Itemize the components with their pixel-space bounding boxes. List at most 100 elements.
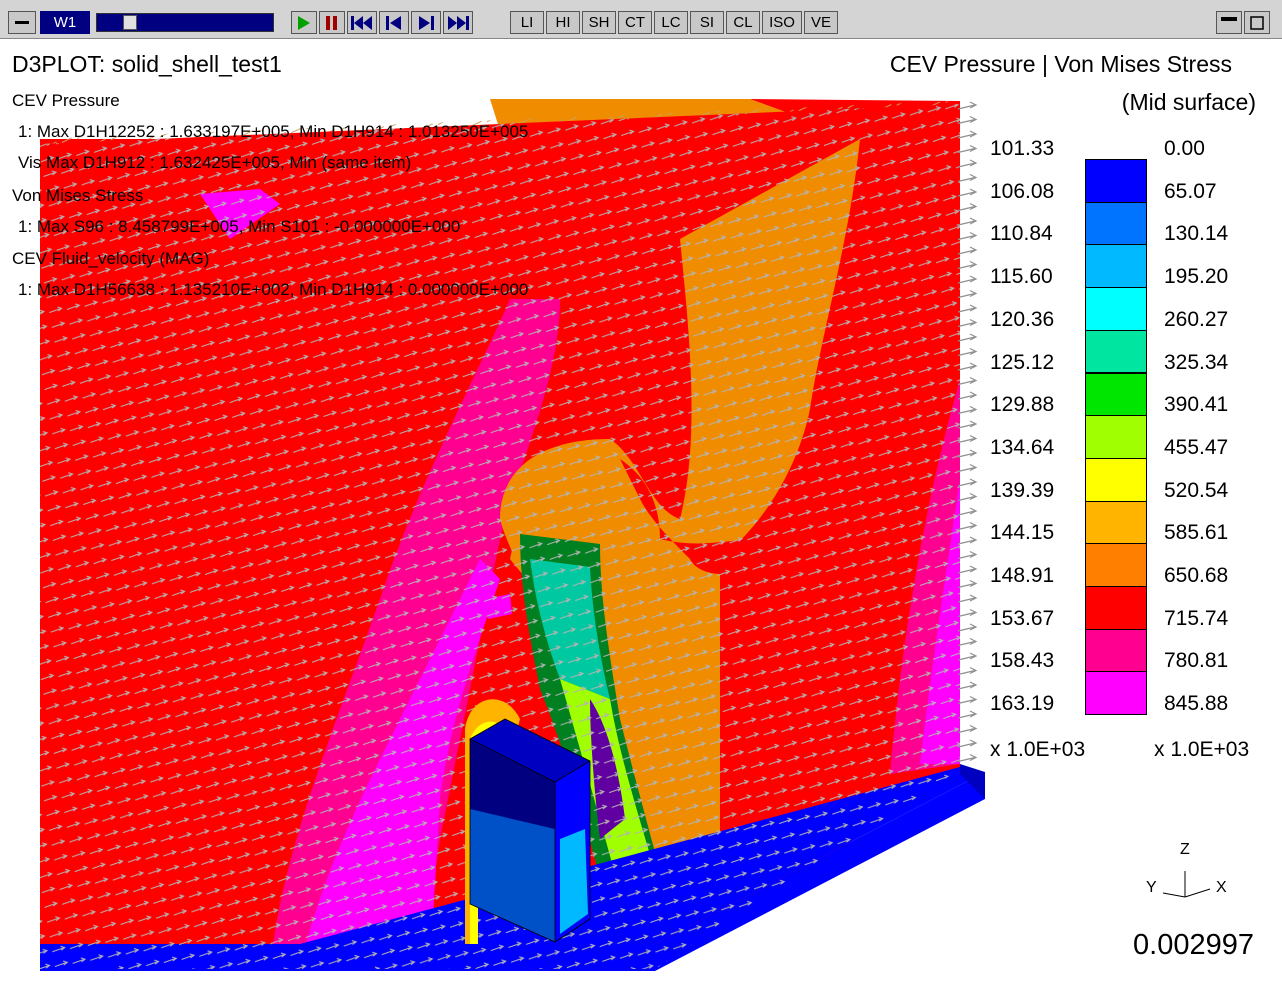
- restore-icon: [1250, 15, 1264, 30]
- step-forward-button[interactable]: [411, 11, 441, 34]
- edge-arrow: [957, 231, 978, 241]
- pause-button[interactable]: [319, 11, 345, 34]
- slider-handle[interactable]: [123, 15, 137, 30]
- edge-arrow: [957, 666, 978, 676]
- time-slider[interactable]: [96, 13, 274, 32]
- step-forward-icon: [419, 15, 434, 30]
- pressure-legend-value: 158.43: [990, 649, 1055, 673]
- mode-button-sh[interactable]: SH: [582, 11, 616, 34]
- pressure-legend-value: 106.08: [990, 179, 1055, 203]
- minimize-button[interactable]: [1216, 11, 1242, 34]
- edge-arrow: [957, 579, 978, 589]
- edge-arrow: [957, 623, 978, 632]
- edge-arrow: [957, 724, 978, 734]
- pressure-legend-value: 110.84: [990, 222, 1053, 246]
- legend-color-band: [1085, 457, 1147, 502]
- pressure-scale-label: x 1.0E+03: [990, 738, 1086, 761]
- axis-triad: [1162, 871, 1211, 898]
- edge-arrow: [957, 275, 978, 284]
- stress-legend-value: 780.81: [1164, 649, 1229, 673]
- legend-color-band: [1085, 628, 1147, 673]
- edge-arrow: [957, 449, 978, 458]
- edge-arrow: [957, 478, 978, 487]
- stress-legend-value: 0.00: [1164, 137, 1205, 160]
- legend-color-band: [1085, 244, 1147, 289]
- edge-arrow: [957, 159, 978, 168]
- window-label[interactable]: W1: [40, 11, 90, 34]
- pressure-legend-value: 163.19: [990, 692, 1055, 716]
- stress-legend-value: 520.54: [1164, 478, 1229, 502]
- step-back-icon: [386, 15, 401, 30]
- edge-arrow: [957, 652, 978, 661]
- restore-button[interactable]: [1244, 11, 1270, 34]
- edge-arrow: [957, 536, 978, 545]
- edge-arrow: [957, 550, 978, 560]
- rewind-to-start-icon: [351, 15, 372, 30]
- surface-label: (Mid surface): [1121, 89, 1256, 115]
- graphics-viewport[interactable]: D3PLOT: solid_shell_test1 CEV Pressure |…: [0, 39, 1282, 1001]
- stress-legend-value: 325.34: [1164, 350, 1229, 374]
- legend-color-band: [1085, 500, 1147, 545]
- mode-button-lc[interactable]: LC: [654, 11, 688, 34]
- edge-arrow: [957, 130, 978, 139]
- step-back-button[interactable]: [379, 11, 409, 34]
- pressure-legend-value: 148.91: [990, 564, 1055, 587]
- edge-arrow: [957, 304, 978, 313]
- edge-arrow: [957, 739, 978, 748]
- pressure-legend-value: 101.33: [990, 137, 1055, 160]
- play-button[interactable]: [291, 11, 317, 34]
- mode-button-ve[interactable]: VE: [804, 11, 838, 34]
- pressure-legend-value: 129.88: [990, 393, 1055, 417]
- mode-button-si[interactable]: SI: [690, 11, 724, 34]
- edge-arrow: [957, 521, 978, 531]
- stress-legend-value: 455.47: [1164, 435, 1229, 459]
- legend-color-band: [1085, 586, 1147, 630]
- rewind-to-start-button[interactable]: [347, 11, 377, 34]
- plot-title: D3PLOT: solid_shell_test1: [12, 51, 282, 77]
- stress-scale-label: x 1.0E+03: [1154, 738, 1250, 761]
- pressure-legend-value: 144.15: [990, 521, 1055, 545]
- legend-color-band: [1085, 159, 1147, 203]
- legend-color-band: [1085, 201, 1147, 246]
- edge-arrow: [957, 188, 978, 197]
- stress-legend-value: 195.20: [1164, 265, 1229, 289]
- edge-arrow: [957, 260, 978, 270]
- edge-arrow: [957, 405, 978, 415]
- edge-arrow: [957, 594, 978, 603]
- mode-button-cl[interactable]: CL: [726, 11, 760, 34]
- stress-legend-value: 650.68: [1164, 564, 1229, 587]
- info-line: 1: Max S96 : 8.458799E+005, Min S101 : -…: [18, 217, 461, 236]
- info-line: 1: Max D1H12252 : 1.633197E+005, Min D1H…: [18, 122, 529, 141]
- edge-arrow: [957, 144, 978, 154]
- info-line: CEV Pressure: [12, 91, 120, 110]
- forward-to-end-button[interactable]: [443, 11, 473, 34]
- edge-vector-column: [957, 101, 978, 763]
- mode-button-hi[interactable]: HI: [546, 11, 580, 34]
- forward-to-end-icon: [448, 15, 469, 30]
- axis-x-label: X: [1216, 879, 1227, 896]
- stress-legend-value: 715.74: [1164, 606, 1229, 630]
- stress-legend-value: 130.14: [1164, 222, 1229, 246]
- menu-icon: [15, 20, 29, 24]
- mode-button-li[interactable]: LI: [510, 11, 544, 34]
- legend-color-band: [1085, 329, 1147, 374]
- edge-arrow: [957, 434, 978, 444]
- mode-button-iso[interactable]: ISO: [762, 11, 802, 34]
- mode-button-ct[interactable]: CT: [618, 11, 652, 34]
- edge-arrow: [957, 695, 978, 705]
- edge-arrow: [957, 347, 978, 357]
- info-line: Vis Max D1H912 : 1.632425E+005, Min (sam…: [18, 153, 412, 172]
- edge-arrow: [957, 289, 978, 299]
- menu-button[interactable]: [8, 11, 36, 34]
- edge-arrow: [957, 217, 978, 226]
- edge-arrow: [957, 173, 978, 183]
- edge-arrow: [957, 376, 978, 386]
- legend-color-band: [1085, 287, 1147, 331]
- edge-arrow: [957, 362, 978, 371]
- pressure-legend-value: 120.36: [990, 307, 1055, 331]
- edge-arrow: [957, 492, 978, 502]
- edge-arrow: [957, 101, 978, 110]
- edge-arrow: [957, 507, 978, 516]
- legend-color-band: [1085, 372, 1147, 417]
- axis-z-label: Z: [1180, 841, 1190, 858]
